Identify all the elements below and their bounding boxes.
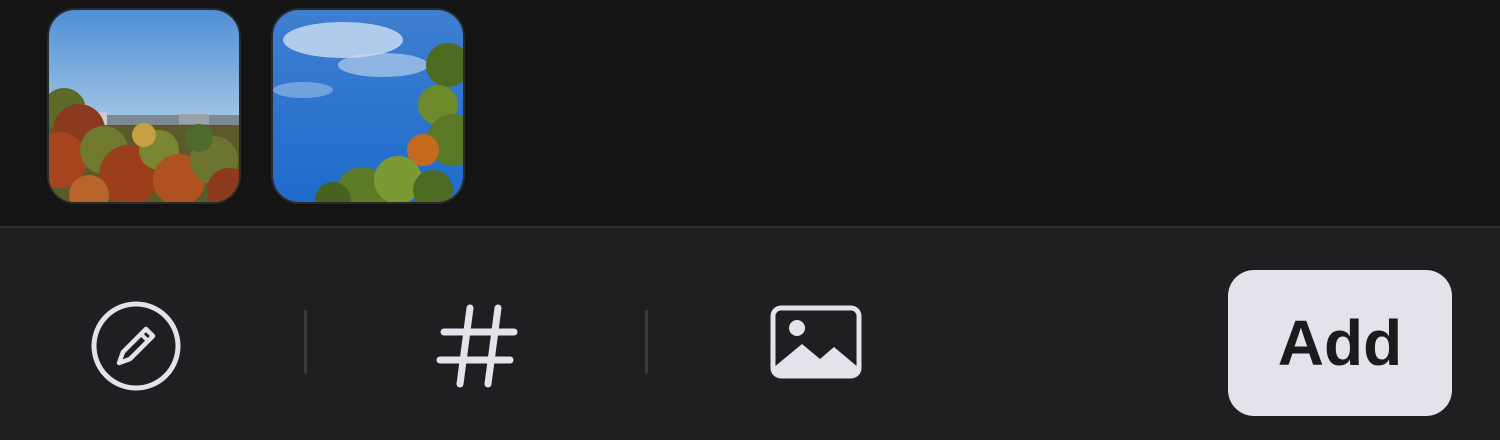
add-photo-button[interactable] [766, 302, 866, 388]
toolbar-divider [304, 310, 307, 374]
attachments-strip [0, 0, 1500, 226]
attachment-thumbnail-1[interactable] [49, 10, 239, 202]
tag-button[interactable] [430, 298, 526, 394]
compose-toolbar: Add [0, 228, 1500, 440]
photo-icon [770, 305, 862, 379]
pencil-icon [91, 301, 181, 391]
hashtag-icon [436, 304, 518, 388]
toolbar-divider [645, 310, 648, 374]
edit-button[interactable] [88, 298, 184, 394]
photo-blue-sky-tree [273, 10, 463, 202]
add-button[interactable]: Add [1228, 270, 1452, 416]
photo-autumn-trees-skyline [49, 10, 239, 202]
attachment-thumbnail-2[interactable] [273, 10, 463, 202]
